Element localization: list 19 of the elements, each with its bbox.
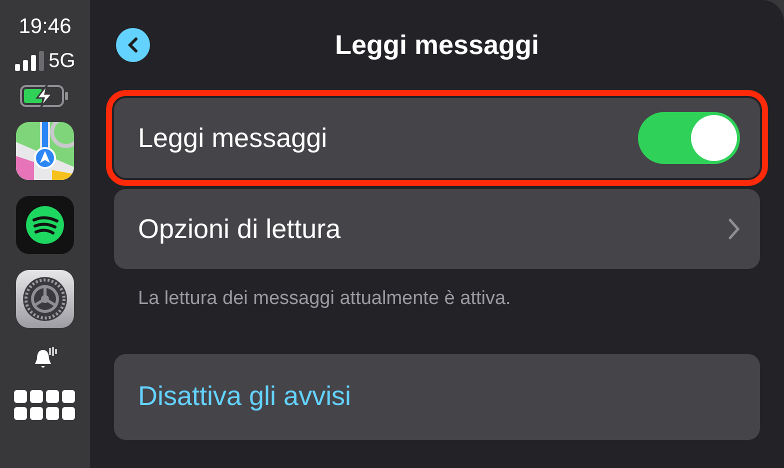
- map-app-icon[interactable]: [16, 122, 74, 180]
- network-label: 5G: [48, 49, 76, 74]
- row-label: Opzioni di lettura: [138, 212, 341, 246]
- signal-icon: [14, 51, 45, 71]
- chevron-right-icon: [728, 218, 740, 240]
- app-grid-icon[interactable]: [14, 390, 76, 422]
- back-button[interactable]: [116, 28, 150, 62]
- charging-battery-icon: [20, 84, 70, 108]
- chevron-left-icon: [127, 37, 139, 53]
- music-app-icon[interactable]: [16, 196, 74, 254]
- row-label: Leggi messaggi: [138, 122, 328, 155]
- disable-alerts-button[interactable]: Disattiva gli avvisi: [114, 354, 760, 440]
- page-title: Leggi messaggi: [334, 28, 540, 62]
- status-time: 19:46: [18, 14, 72, 40]
- settings-row[interactable]: Leggi messaggi: [114, 98, 760, 178]
- toggle-switch[interactable]: [638, 112, 740, 164]
- gear-app-icon[interactable]: [16, 270, 74, 328]
- settings-row[interactable]: Opzioni di lettura: [114, 189, 760, 269]
- status-note: La lettura dei messaggi attualmente è attiva.: [137, 287, 512, 311]
